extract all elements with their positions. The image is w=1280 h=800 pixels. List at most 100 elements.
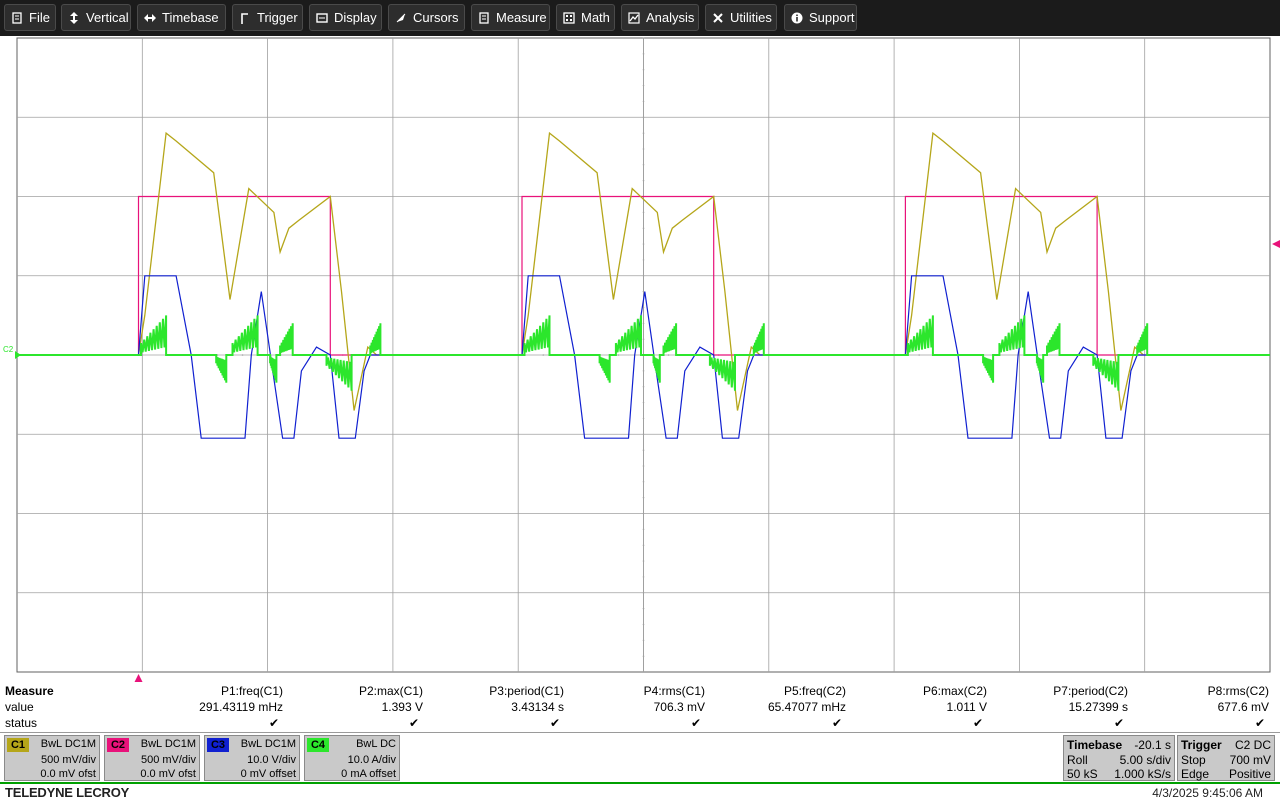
measure-status-label: status <box>5 716 38 730</box>
grid-minor-dot <box>642 465 645 467</box>
grid-minor-dot <box>642 433 645 436</box>
trigger-descriptor[interactable]: Trigger C2 DC Stop 700 mV Edge Positive <box>1177 735 1275 781</box>
channel-tag: C2 <box>107 738 129 752</box>
timebase-sample-rate: 1.000 kS/s <box>1114 767 1171 781</box>
file-icon <box>11 11 23 24</box>
status-footer: TELEDYNE LECROY 4/3/2025 9:45:06 AM <box>0 782 1280 800</box>
menu-math-button[interactable]: Math <box>556 4 615 31</box>
trigger-source: C2 DC <box>1234 738 1271 752</box>
measure-param-status: ✔ <box>408 716 419 730</box>
grid-minor-dot <box>642 401 645 404</box>
grid-minor-dot <box>642 544 645 546</box>
grid-minor-dot <box>241 354 244 356</box>
grid-minor-dot <box>642 84 645 87</box>
grid-minor-dot <box>642 639 645 642</box>
grid-minor-dot <box>642 243 645 245</box>
channel-scale: 10.0 A/div <box>347 754 396 766</box>
menu-label: Support <box>809 10 855 25</box>
grid-minor-dot <box>642 179 645 182</box>
measure-param-status: ✔ <box>690 716 701 730</box>
measure-param-name: P3:period(C1) <box>489 684 564 698</box>
timebase-descriptor[interactable]: Timebase -20.1 s Roll 5.00 s/div 50 kS 1… <box>1063 735 1175 781</box>
timebase-mode: Roll <box>1067 753 1088 767</box>
channel-offset: 0 mV offset <box>240 768 296 780</box>
grid-minor-dot <box>642 528 645 531</box>
measure-table[interactable]: Measure value status P1:freq(C1) 291.4311… <box>0 682 1280 732</box>
calculator-icon <box>563 11 575 24</box>
grid-minor-dot <box>642 259 645 261</box>
menu-utilities-button[interactable]: Utilities <box>705 4 777 31</box>
measure-param-name: P4:rms(C1) <box>643 684 705 698</box>
menu-analysis-button[interactable]: Analysis <box>621 4 699 31</box>
measure-param-value: 1.011 V <box>946 700 987 714</box>
grid-minor-dot <box>642 338 645 340</box>
grid-minor-dot <box>642 496 645 499</box>
channel-c2-offset-label: C2 <box>3 345 14 354</box>
trigger-state: Stop <box>1181 753 1206 767</box>
measure-param-value: 15.27399 s <box>1068 700 1128 714</box>
channel-tag: C4 <box>307 738 329 752</box>
menu-label: Display <box>334 10 377 25</box>
channel-descriptor-c1[interactable]: C1 BwL DC1M 500 mV/div 0.0 mV ofst <box>4 735 100 781</box>
grid-minor-dot <box>642 116 645 119</box>
date-time: 4/3/2025 9:45:06 AM <box>1152 786 1263 800</box>
measure-param-name: P7:period(C2) <box>1053 684 1128 698</box>
grid-minor-dot <box>918 354 920 356</box>
waveform-display[interactable]: C2 <box>0 36 1280 682</box>
grid-minor-dot <box>642 100 645 103</box>
grid-minor-dot <box>642 274 645 277</box>
channel-scale: 10.0 V/div <box>247 754 296 766</box>
measure-param-value: 3.43134 s <box>511 700 564 714</box>
grid-minor-dot <box>642 591 645 594</box>
measure-param-status: ✔ <box>268 716 279 730</box>
trigger-level: 700 mV <box>1229 753 1271 767</box>
waveform-grid[interactable]: C2 <box>0 36 1280 682</box>
measure-param-value: 1.393 V <box>381 700 423 714</box>
timebase-title: Timebase <box>1067 738 1123 752</box>
timebase-time-div: 5.00 s/div <box>1119 753 1171 767</box>
horizontal-arrows-icon <box>144 12 156 24</box>
measure-icon <box>478 11 490 24</box>
menu-cursors-button[interactable]: Cursors <box>388 4 465 31</box>
menu-label: Utilities <box>730 10 772 25</box>
channel-coupling: BwL DC <box>356 738 396 750</box>
grid-minor-dot <box>642 560 645 562</box>
grid-minor-dot <box>642 576 645 578</box>
measure-param-status: ✔ <box>972 716 983 730</box>
grid-minor-dot <box>642 370 645 372</box>
menu-vertical-button[interactable]: Vertical <box>61 4 131 31</box>
channel-offset: 0.0 mV ofst <box>140 768 196 780</box>
measure-title: Measure <box>5 684 54 698</box>
measure-param-name: P2:max(C1) <box>358 684 423 698</box>
menu-label: Cursors <box>413 10 459 25</box>
measure-param-name: P5:freq(C2) <box>783 684 846 698</box>
grid-minor-dot <box>642 607 645 610</box>
channel-descriptor-c4[interactable]: C4 BwL DC 10.0 A/div 0 mA offset <box>304 735 400 781</box>
channel-scale: 500 mV/div <box>40 754 96 766</box>
channel-descriptor-c2[interactable]: C2 BwL DC1M 500 mV/div 0.0 mV ofst <box>104 735 200 781</box>
grid-minor-dot <box>642 322 645 325</box>
grid-minor-dot <box>1018 354 1021 356</box>
grid-minor-dot <box>642 290 645 293</box>
menu-label: File <box>29 10 50 25</box>
menu-support-button[interactable]: Support <box>784 4 857 31</box>
menu-bar: File Vertical Timebase Trigger Display Cursor… <box>0 0 1280 36</box>
grid-minor-dot <box>642 481 645 483</box>
channel-descriptor-c3[interactable]: C3 BwL DC1M 10.0 V/div 0 mV offset <box>204 735 300 781</box>
trigger-time-marker <box>134 674 143 682</box>
menu-timebase-button[interactable]: Timebase <box>137 4 226 31</box>
grid-minor-dot <box>642 68 645 71</box>
channel-offset: 0.0 mV ofst <box>40 768 96 780</box>
menu-file-button[interactable]: File <box>4 4 56 31</box>
menu-label: Vertical <box>86 10 129 25</box>
timebase-delay: -20.1 s <box>1134 738 1171 752</box>
measure-param-status: ✔ <box>1254 716 1265 730</box>
menu-measure-button[interactable]: Measure <box>471 4 550 31</box>
grid-minor-dot <box>642 211 645 214</box>
measure-param-name: P1:freq(C1) <box>220 684 283 698</box>
menu-trigger-button[interactable]: Trigger <box>232 4 303 31</box>
measure-param-status: ✔ <box>549 716 560 730</box>
measure-param-value: 291.43119 mHz <box>199 700 283 714</box>
menu-display-button[interactable]: Display <box>309 4 382 31</box>
menu-label: Analysis <box>646 10 695 25</box>
